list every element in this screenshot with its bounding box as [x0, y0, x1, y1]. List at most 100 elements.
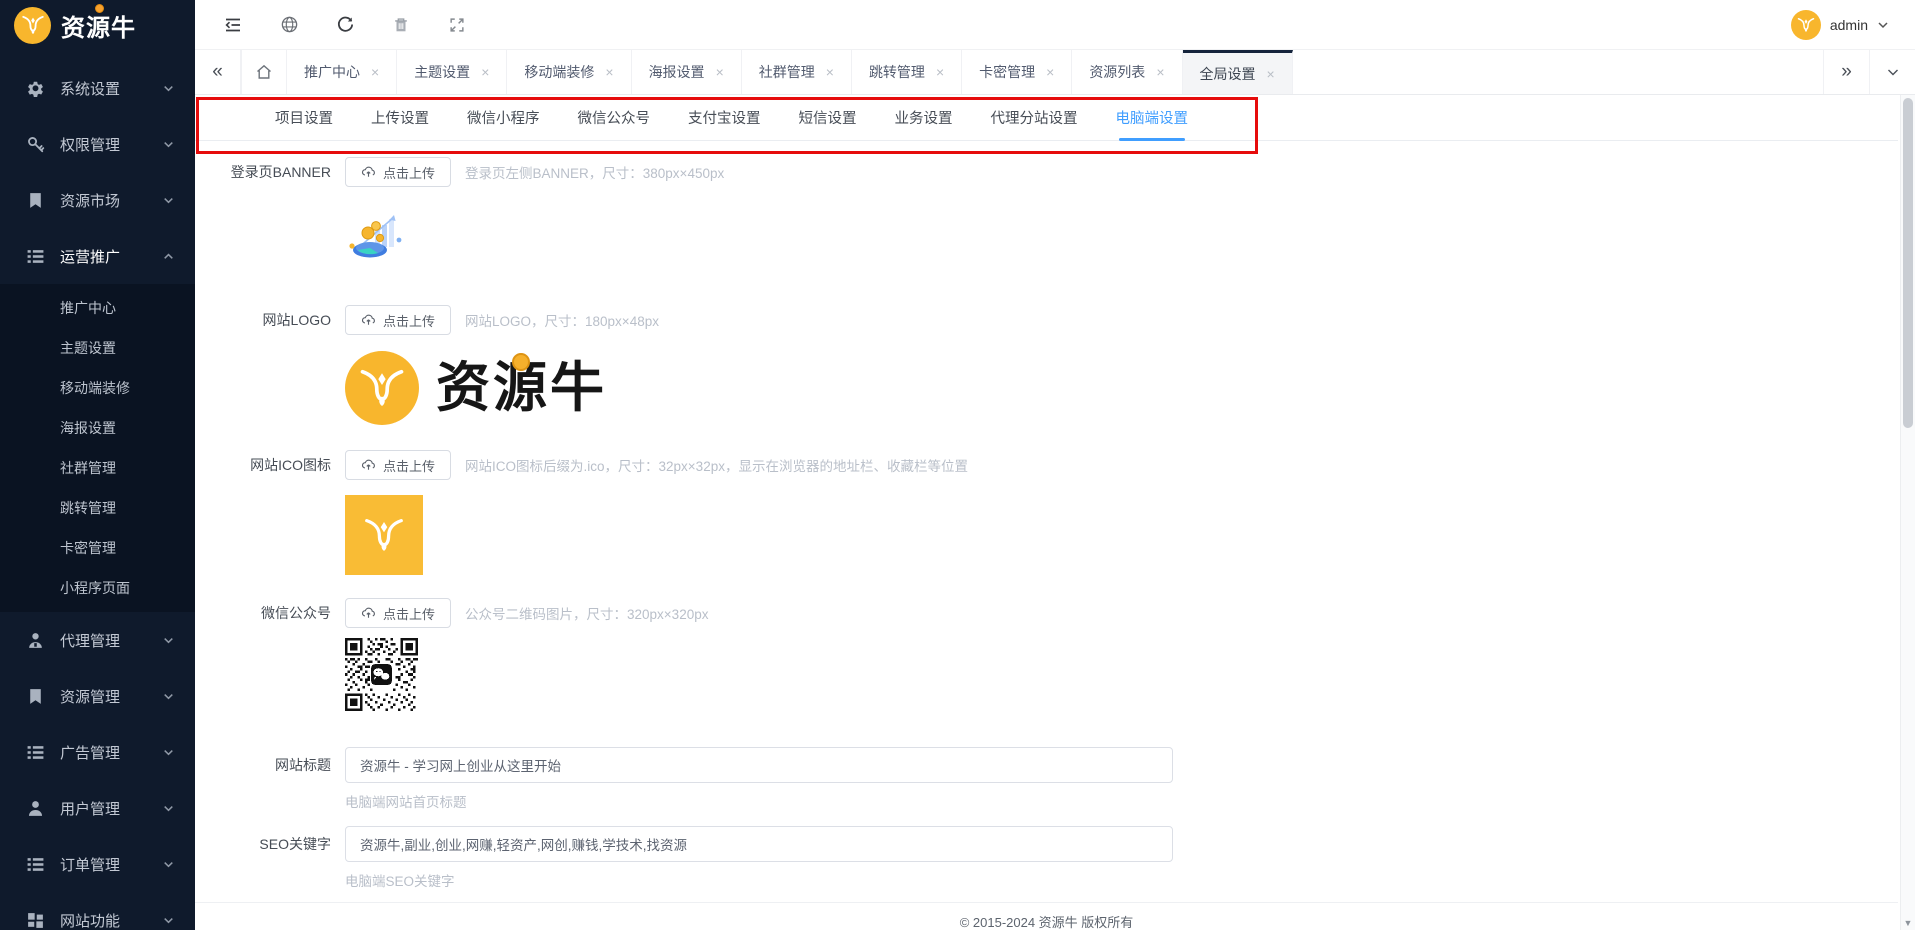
- form-row-seo-keywords: SEO关键字: [195, 826, 1898, 862]
- sidebar-item-site-features[interactable]: 网站功能: [0, 892, 195, 930]
- close-tab-icon[interactable]: ×: [1156, 64, 1164, 80]
- field-hint: 网站LOGO，尺寸：180px×48px: [465, 314, 659, 329]
- tabs-scroll-right-button[interactable]: »: [1823, 50, 1869, 94]
- sidebar-submenu-operation-promotion: 推广中心 主题设置 移动端装修 海报设置 社群管理 跳转管理 卡密管理 小程序页…: [0, 284, 195, 612]
- app-logo[interactable]: 资源牛: [0, 0, 195, 50]
- sidebar-item-label: 网站功能: [60, 912, 121, 930]
- sidebar-item-label: 资源市场: [60, 192, 121, 210]
- scrollbar-down-arrow[interactable]: ▼: [1901, 918, 1915, 928]
- subtab-wechat-official[interactable]: 微信公众号: [578, 95, 651, 140]
- sidebar-item-ad-management[interactable]: 广告管理: [0, 724, 195, 780]
- tabs-empty-space: [1293, 50, 1823, 94]
- tab-global-settings[interactable]: 全局设置 ×: [1182, 50, 1293, 94]
- collapse-sidebar-icon[interactable]: [223, 15, 243, 35]
- topbar: admin: [195, 0, 1915, 50]
- subtab-agent-substation[interactable]: 代理分站设置: [991, 95, 1078, 140]
- upload-banner-button[interactable]: 点击上传: [345, 157, 452, 187]
- sidebar-item-operation-promotion[interactable]: 运营推广: [0, 228, 195, 284]
- sidebar-item-label: 资源管理: [60, 688, 121, 706]
- sidebar-item-agent-management[interactable]: 代理管理: [0, 612, 195, 668]
- sidebar-subitem-redirect-management[interactable]: 跳转管理: [0, 488, 195, 528]
- preview-row-banner: [195, 207, 1898, 263]
- tab-promo-center[interactable]: 推广中心 ×: [287, 50, 398, 94]
- home-tab-button[interactable]: [241, 50, 287, 94]
- tab-community-management[interactable]: 社群管理 ×: [742, 50, 852, 94]
- field-label: 网站标题: [275, 757, 331, 773]
- language-globe-icon[interactable]: [279, 15, 299, 35]
- tab-redirect-management[interactable]: 跳转管理 ×: [852, 50, 963, 94]
- field-label: SEO关键字: [259, 836, 331, 852]
- sidebar-item-permission-management[interactable]: 权限管理: [0, 116, 195, 172]
- subtab-alipay-settings[interactable]: 支付宝设置: [688, 95, 761, 140]
- upload-logo-button[interactable]: 点击上传: [345, 305, 452, 335]
- seo-keywords-input[interactable]: [345, 826, 1173, 862]
- user-icon: [26, 799, 45, 818]
- chevron-down-icon: [162, 138, 175, 151]
- close-tab-icon[interactable]: ×: [826, 64, 834, 80]
- tab-card-key-management[interactable]: 卡密管理 ×: [962, 50, 1073, 94]
- brand-wordmark: 资源牛: [436, 353, 607, 415]
- refresh-icon[interactable]: [335, 15, 355, 35]
- subtab-wechat-miniprogram[interactable]: 微信小程序: [467, 95, 540, 140]
- copyright-text: © 2015-2024 资源牛 版权所有: [959, 915, 1134, 930]
- upload-ico-button[interactable]: 点击上传: [345, 450, 452, 480]
- chevron-down-icon: [162, 802, 175, 815]
- tab-mobile-decorate[interactable]: 移动端装修 ×: [507, 50, 632, 94]
- tabs-dropdown-button[interactable]: [1869, 50, 1915, 94]
- agent-person-icon: [26, 631, 45, 650]
- subtab-upload-settings[interactable]: 上传设置: [371, 95, 429, 140]
- subtab-project-settings[interactable]: 项目设置: [275, 95, 333, 140]
- upload-qrcode-button[interactable]: 点击上传: [345, 598, 452, 628]
- key-icon: [26, 135, 45, 154]
- sidebar-item-system-settings[interactable]: 系统设置: [0, 60, 195, 116]
- bookmark-icon: [26, 687, 45, 706]
- close-tab-icon[interactable]: ×: [371, 64, 379, 80]
- scrollbar-thumb[interactable]: [1903, 98, 1913, 428]
- sidebar-item-user-management[interactable]: 用户管理: [0, 780, 195, 836]
- tab-resource-list[interactable]: 资源列表 ×: [1072, 50, 1183, 94]
- field-hint: 公众号二维码图片，尺寸：320px×320px: [465, 607, 709, 622]
- close-tab-icon[interactable]: ×: [1046, 64, 1054, 80]
- sidebar-item-resource-market[interactable]: 资源市场: [0, 172, 195, 228]
- tabs-scroll-left-button[interactable]: «: [195, 50, 241, 94]
- vertical-scrollbar[interactable]: ▼: [1900, 95, 1915, 930]
- site-title-input[interactable]: [345, 747, 1173, 783]
- pc-settings-form: 登录页BANNER 点击上传 登录页左侧BANNER，尺寸：380px×450p…: [195, 141, 1898, 890]
- sidebar-item-label: 运营推广: [60, 248, 121, 266]
- tab-poster-settings[interactable]: 海报设置 ×: [632, 50, 742, 94]
- sidebar-subitem-promo-center[interactable]: 推广中心: [0, 288, 195, 328]
- subtab-business-settings[interactable]: 业务设置: [895, 95, 953, 140]
- close-tab-icon[interactable]: ×: [1267, 66, 1275, 82]
- tab-label: 全局设置: [1199, 65, 1256, 82]
- chevron-down-icon: [1877, 19, 1889, 31]
- sidebar-subitem-theme-settings[interactable]: 主题设置: [0, 328, 195, 368]
- close-tab-icon[interactable]: ×: [481, 64, 489, 80]
- preview-row-qrcode: [195, 638, 1898, 711]
- user-menu[interactable]: admin: [1790, 9, 1915, 40]
- upload-button-label: 点击上传: [383, 165, 436, 181]
- sidebar-subitem-community-management[interactable]: 社群管理: [0, 448, 195, 488]
- sidebar-item-order-management[interactable]: 订单管理: [0, 836, 195, 892]
- form-row-ico-icon: 网站ICO图标 点击上传 网站ICO图标后缀为.ico，尺寸：32px×32px…: [195, 450, 1898, 480]
- sidebar-item-resource-management[interactable]: 资源管理: [0, 668, 195, 724]
- close-tab-icon[interactable]: ×: [605, 64, 613, 80]
- subtab-pc-settings[interactable]: 电脑端设置: [1116, 95, 1189, 140]
- sidebar-subitem-miniprogram-pages[interactable]: 小程序页面: [0, 568, 195, 608]
- sidebar-item-label: 代理管理: [60, 632, 121, 650]
- site-logo-preview-image: 资源牛: [345, 351, 607, 425]
- sidebar-subitem-mobile-decorate[interactable]: 移动端装修: [0, 368, 195, 408]
- upload-button-label: 点击上传: [383, 458, 436, 474]
- grid-icon: [26, 911, 45, 930]
- page-tabs-bar: « 推广中心 × 主题设置 × 移动端装修 × 海报设置 × 社群管理 × 跳转管理 × 卡…: [195, 50, 1915, 95]
- sidebar-subitem-card-key-management[interactable]: 卡密管理: [0, 528, 195, 568]
- close-tab-icon[interactable]: ×: [716, 64, 724, 80]
- chevron-down-icon: [162, 690, 175, 703]
- clear-cache-trash-icon[interactable]: [391, 15, 411, 35]
- chevron-down-icon: [162, 194, 175, 207]
- username: admin: [1829, 16, 1868, 33]
- close-tab-icon[interactable]: ×: [936, 64, 944, 80]
- sidebar-subitem-poster-settings[interactable]: 海报设置: [0, 408, 195, 448]
- tab-theme-settings[interactable]: 主题设置 ×: [397, 50, 508, 94]
- subtab-sms-settings[interactable]: 短信设置: [799, 95, 857, 140]
- fullscreen-icon[interactable]: [447, 15, 467, 35]
